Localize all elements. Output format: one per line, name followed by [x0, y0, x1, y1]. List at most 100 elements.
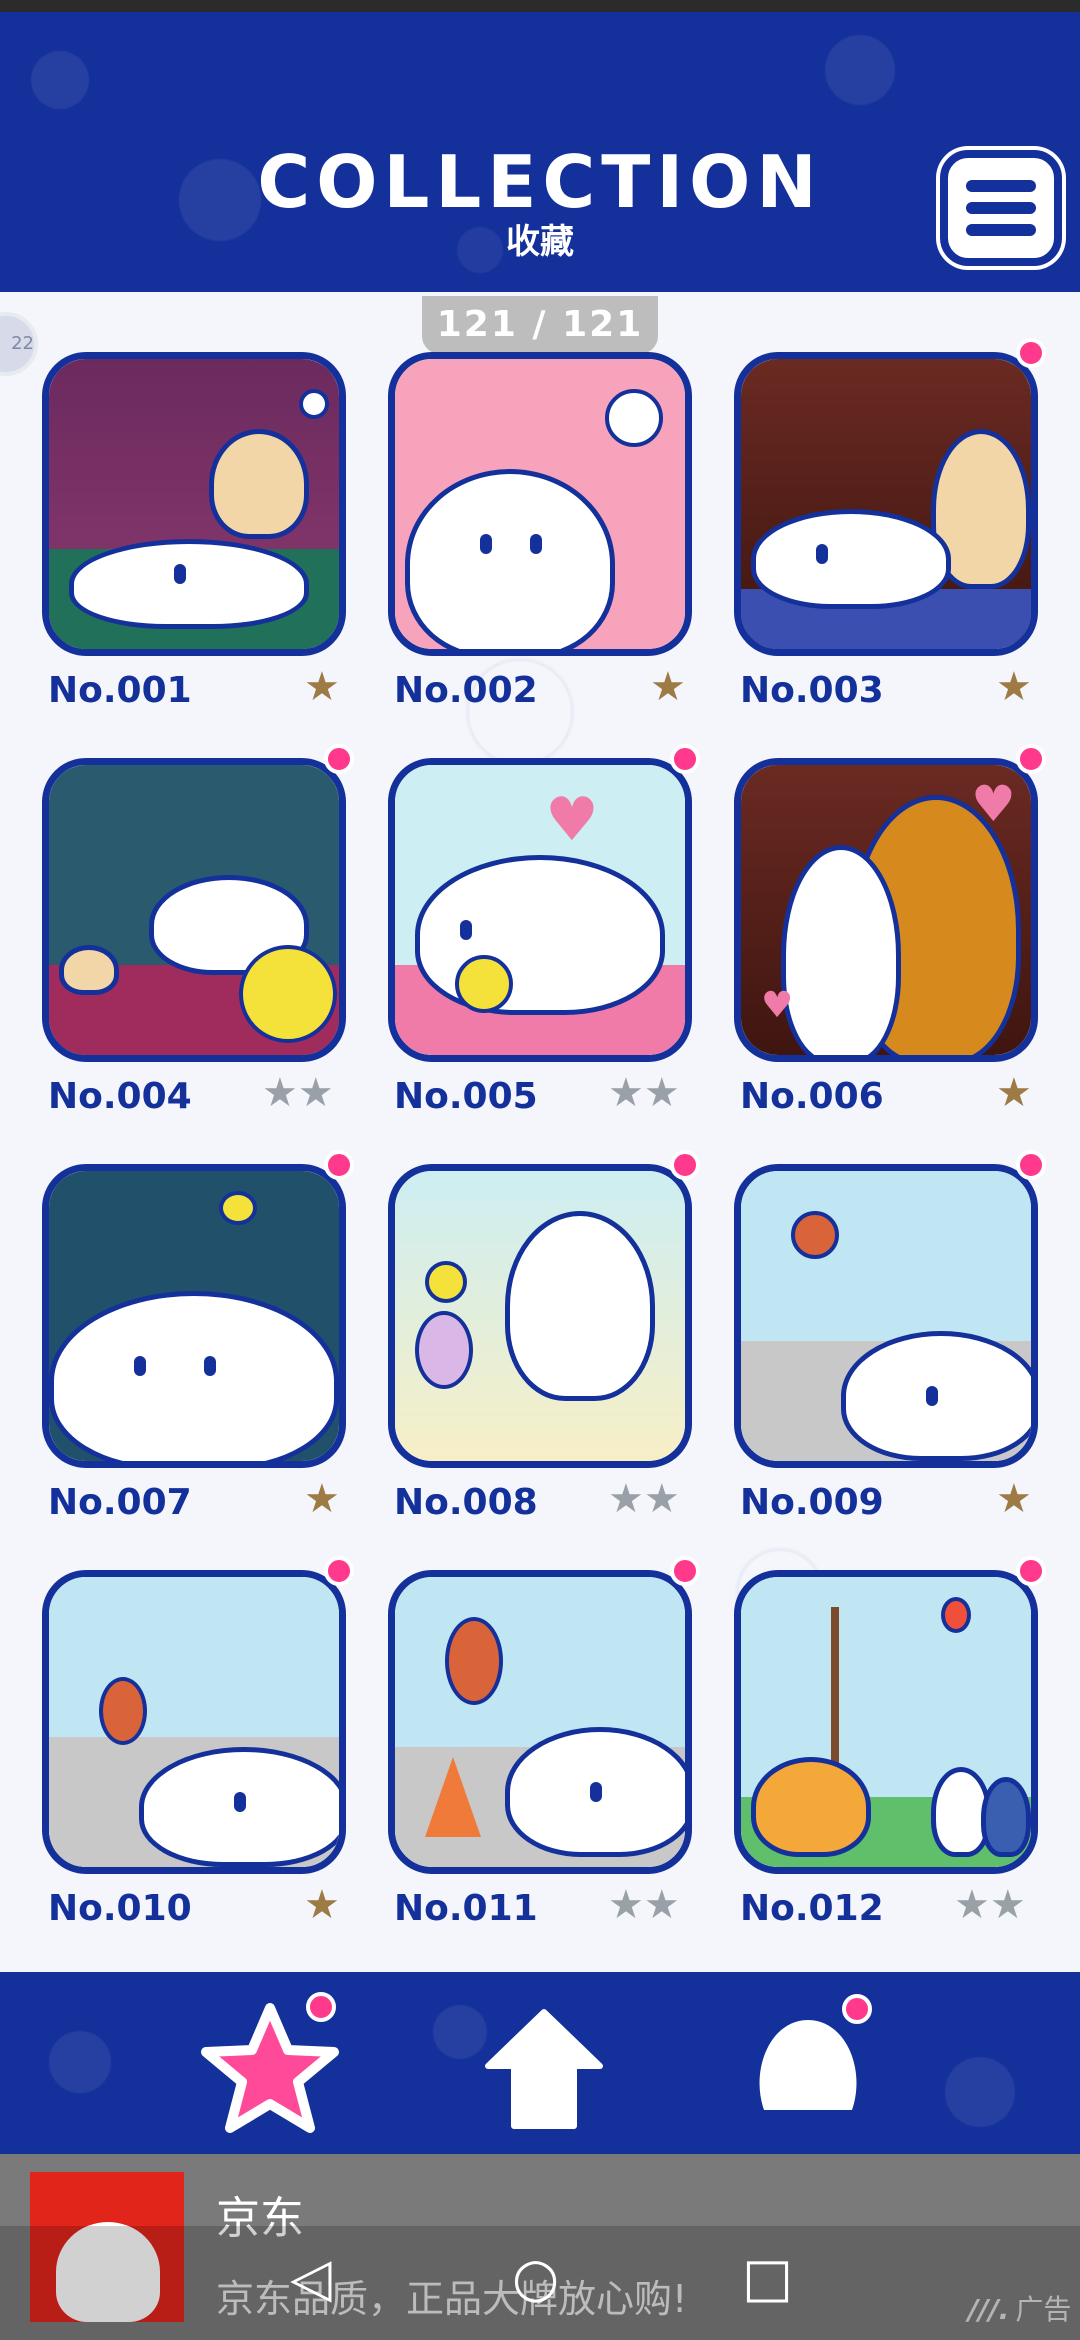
page-title: COLLECTION	[257, 140, 823, 224]
card-thumbnail	[42, 1164, 346, 1468]
card-thumbnail	[42, 352, 346, 656]
home-circle-icon[interactable]: ○	[512, 2246, 559, 2309]
card-thumbnail: ♥ ♥	[734, 758, 1038, 1062]
card-number: No.004	[48, 1076, 192, 1117]
card-number: No.002	[394, 670, 538, 711]
heart-icon: ♥	[971, 775, 1016, 833]
new-indicator-dot	[1016, 338, 1046, 368]
traffic-cone-icon	[425, 1757, 481, 1837]
nav-character-button[interactable]	[744, 1994, 872, 2130]
card-rating-stars: ★★	[608, 1882, 680, 1928]
collection-card-001[interactable]: No.001 ★	[42, 352, 346, 711]
card-number: No.003	[740, 670, 884, 711]
tennis-racket-icon	[415, 1311, 473, 1389]
collection-card-008[interactable]: No.008 ★★	[388, 1150, 700, 1523]
hamburger-menu-icon-bar	[966, 202, 1036, 214]
heart-icon: ♥	[761, 985, 794, 1026]
ball-icon	[299, 389, 329, 419]
white-dog-figure	[505, 1727, 685, 1857]
collection-card-006[interactable]: ♥ ♥ No.006 ★	[734, 744, 1046, 1117]
new-indicator-dot	[1016, 1556, 1046, 1586]
nav-collection-button[interactable]	[200, 1992, 340, 2140]
collection-card-003[interactable]: No.003 ★	[734, 338, 1046, 711]
white-dog-figure	[405, 469, 615, 649]
new-indicator-dot	[324, 1150, 354, 1180]
card-thumbnail: ♥	[388, 758, 692, 1062]
status-bar	[0, 0, 1080, 12]
collection-counter: 121 / 121	[422, 296, 658, 354]
monkey-figure	[791, 1211, 839, 1259]
menu-button[interactable]	[940, 150, 1062, 266]
new-indicator-dot	[842, 1994, 872, 2024]
white-dog-figure	[415, 855, 665, 1015]
new-indicator-dot	[670, 744, 700, 774]
white-dog-figure	[781, 845, 901, 1055]
nav-home-button[interactable]	[484, 2004, 604, 2134]
card-number: No.001	[48, 670, 192, 711]
dog-eye	[530, 534, 542, 554]
orange-creature-figure	[751, 1757, 871, 1857]
card-thumbnail	[734, 1570, 1038, 1874]
collection-card-004[interactable]: No.004 ★★	[42, 744, 354, 1117]
balloon-icon	[941, 1597, 971, 1633]
dog-eye	[480, 534, 492, 554]
recents-icon[interactable]: □	[742, 2246, 793, 2309]
card-thumbnail	[388, 1570, 692, 1874]
heart-icon: ♥	[545, 785, 599, 855]
card-rating-stars: ★★	[954, 1882, 1026, 1928]
monkey-figure	[99, 1677, 147, 1745]
tennis-ball-icon	[239, 945, 337, 1043]
hamburger-menu-icon-bar	[966, 224, 1036, 236]
collection-card-005[interactable]: ♥ No.005 ★★	[388, 744, 700, 1117]
hamburger-menu-icon	[966, 180, 1036, 192]
header: COLLECTION 收藏	[0, 0, 1080, 292]
dog-eye	[234, 1792, 246, 1812]
back-icon[interactable]: ◁	[290, 2246, 332, 2309]
card-number: No.008	[394, 1482, 538, 1523]
card-rating-stars: ★	[304, 1476, 340, 1522]
new-indicator-dot	[1016, 744, 1046, 774]
home-icon	[485, 2009, 603, 2129]
penguin-figure	[981, 1777, 1031, 1857]
monkey-figure	[445, 1617, 503, 1705]
dog-eye	[204, 1356, 216, 1376]
white-dog-figure	[751, 509, 951, 609]
tennis-ball-icon	[455, 955, 513, 1013]
card-rating-stars: ★	[996, 1476, 1032, 1522]
card-rating-stars: ★	[996, 664, 1032, 710]
card-rating-stars: ★	[650, 664, 686, 710]
card-rating-stars: ★	[304, 1882, 340, 1928]
white-dog-figure	[505, 1211, 655, 1401]
white-dog-figure	[69, 539, 309, 629]
pug-figure	[59, 945, 119, 995]
collection-card-012[interactable]: No.012 ★★	[734, 1556, 1046, 1929]
dog-eye	[134, 1356, 146, 1376]
pug-figure	[209, 429, 309, 539]
white-dog-figure	[841, 1331, 1031, 1461]
new-indicator-dot	[1016, 1150, 1046, 1180]
card-number: No.007	[48, 1482, 192, 1523]
new-indicator-dot	[324, 744, 354, 774]
dog-eye	[926, 1386, 938, 1406]
new-indicator-dot	[324, 1556, 354, 1586]
card-rating-stars: ★	[996, 1070, 1032, 1116]
collection-card-007[interactable]: No.007 ★	[42, 1150, 354, 1523]
card-rating-stars: ★	[304, 664, 340, 710]
card-thumbnail	[42, 1570, 346, 1874]
card-number: No.005	[394, 1076, 538, 1117]
dog-eye	[174, 564, 186, 584]
card-thumbnail	[734, 352, 1038, 656]
card-number: No.009	[740, 1482, 884, 1523]
card-thumbnail	[734, 1164, 1038, 1468]
collection-card-002[interactable]: No.002 ★	[388, 352, 692, 711]
collection-card-009[interactable]: No.009 ★	[734, 1150, 1046, 1523]
card-number: No.011	[394, 1888, 538, 1929]
dog-eye	[460, 920, 472, 940]
card-thumbnail	[388, 1164, 692, 1468]
new-indicator-dot	[670, 1556, 700, 1586]
collection-card-010[interactable]: No.010 ★	[42, 1556, 354, 1929]
baseball-icon	[605, 389, 663, 447]
card-number: No.006	[740, 1076, 884, 1117]
white-dog-figure	[139, 1747, 339, 1867]
collection-card-011[interactable]: No.011 ★★	[388, 1556, 700, 1929]
